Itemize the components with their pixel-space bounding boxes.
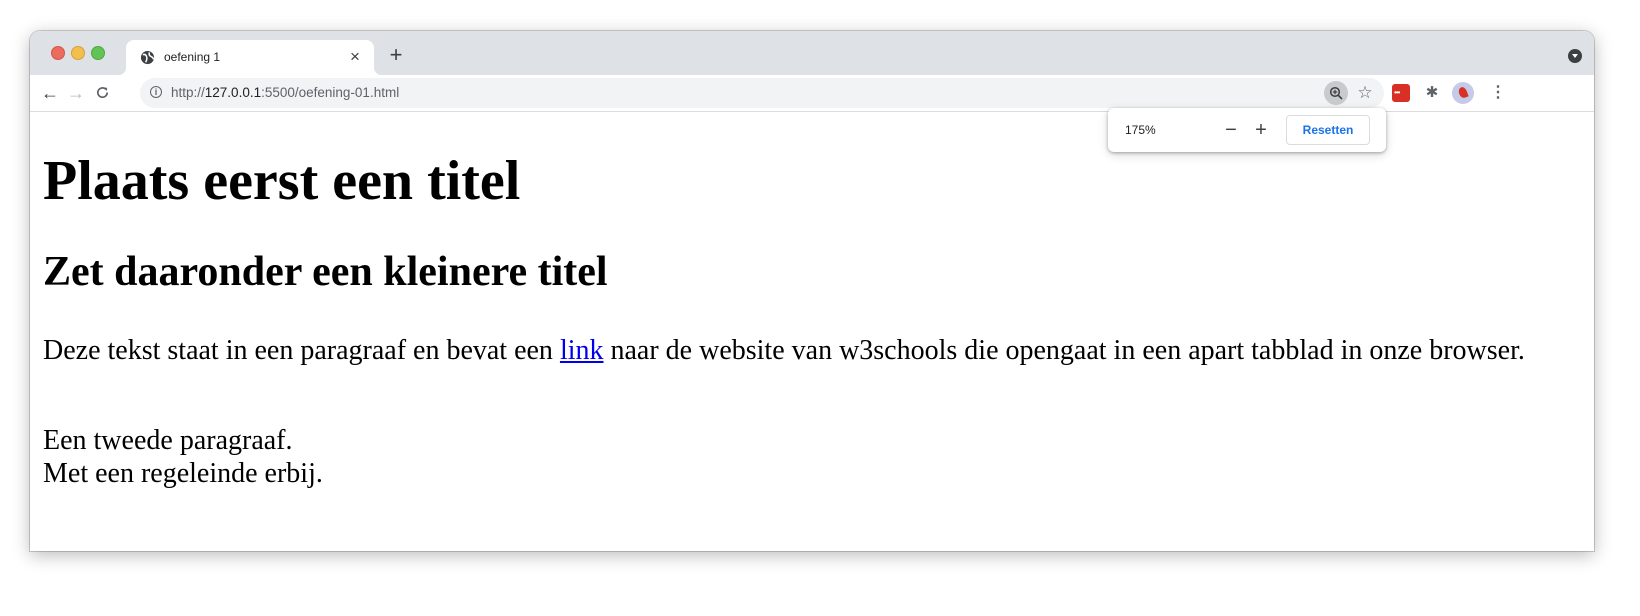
zoom-popup: 175% − + Resetten [1108,108,1386,152]
reload-icon [96,87,108,99]
maximize-window-button[interactable] [91,46,105,60]
magnifier-icon [1329,86,1343,100]
paragraph-1-text-before: Deze tekst staat in een paragraaf en bev… [43,335,560,366]
page-heading-2: Zet daaronder een kleinere titel [43,249,608,295]
extensions-puzzle-icon[interactable]: ✱ [1423,84,1441,102]
minimize-window-button[interactable] [71,46,85,60]
extension-red-icon[interactable] [1392,84,1410,102]
paragraph-2-line-1: Een tweede paragraaf. [43,425,293,456]
url-path: :5500/oefening-01.html [261,85,400,100]
globe-icon [140,50,155,65]
bookmark-star-icon[interactable]: ☆ [1354,82,1376,104]
tab-oefening-1[interactable]: oefening 1 × [118,40,382,75]
tab-close-icon[interactable]: × [346,48,364,66]
paragraph-2-line-2: Met een regeleinde erbij. [43,458,323,489]
browser-toolbar: ← → i http://127.0.0.1:5500/oefening-01.… [30,75,1594,112]
reload-button[interactable] [90,81,114,105]
url-host: 127.0.0.1 [204,85,262,100]
page-heading-1: Plaats eerst een titel [43,150,521,212]
page-content: Plaats eerst een titel Zet daaronder een… [30,112,1594,551]
paragraph-1: Deze tekst staat in een paragraaf en bev… [43,334,1543,367]
zoom-icon[interactable] [1324,81,1348,105]
w3schools-link[interactable]: link [560,335,604,366]
url-scheme: http:// [171,85,205,100]
forward-button[interactable]: → [64,81,88,105]
back-button[interactable]: ← [38,81,62,105]
site-info-icon[interactable]: i [150,86,162,98]
zoom-level-text: 175% [1125,123,1156,137]
paragraph-1-text-after: naar de website van w3schools die openga… [603,335,1525,366]
close-window-button[interactable] [51,46,65,60]
profile-avatar[interactable] [1452,82,1474,104]
tab-title: oefening 1 [164,50,221,64]
address-bar[interactable]: i http://127.0.0.1:5500/oefening-01.html… [140,78,1384,108]
zoom-out-button[interactable]: − [1220,117,1242,143]
new-tab-button[interactable]: + [384,43,408,67]
url-text[interactable]: http://127.0.0.1:5500/oefening-01.html [171,85,399,101]
kebab-menu-icon[interactable]: ⋮ [1488,82,1508,104]
tab-strip: oefening 1 × + [30,31,1594,75]
tab-search-icon[interactable] [1568,49,1582,63]
browser-window: oefening 1 × + ← → i http://127.0.0.1:55… [30,31,1594,551]
paragraph-2: Een tweede paragraaf. Met een regeleinde … [43,424,1543,490]
zoom-in-button[interactable]: + [1250,117,1272,143]
zoom-reset-button[interactable]: Resetten [1286,115,1370,145]
